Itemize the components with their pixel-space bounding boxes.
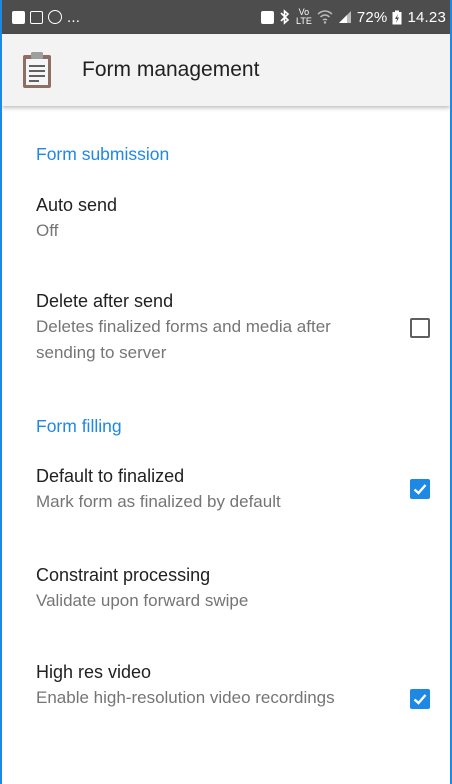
pref-default-to-finalized[interactable]: Default to finalized Mark form as finali… [36,463,436,523]
pref-title: High res video [36,662,152,682]
pref-title: Auto send [36,195,118,215]
battery-icon [392,10,402,24]
pref-high-res-video[interactable]: High res video Enable high-resolution vi… [36,659,436,739]
sync-icon [48,10,62,24]
clipboard-icon [23,52,51,88]
delete-after-send-checkbox[interactable] [410,318,430,338]
volte-label-bottom: LTE [295,16,312,26]
pref-summary: Deletes finalized forms and media after … [36,317,331,362]
more-notifications-text: ... [67,8,81,26]
pref-summary: Mark form as finalized by default [36,492,281,511]
pref-title: Default to finalized [36,466,185,486]
volte-icon: Vo LTE [296,8,312,26]
signal-icon [338,11,351,23]
bluetooth-icon [280,9,290,25]
section-header-form-filling: Form filling [36,416,122,436]
battery-percent: 72% [356,8,388,26]
screen: ... Vo LTE 72% 14.23 Form management For… [0,0,452,784]
pref-title: Constraint processing [36,565,211,585]
section-header-form-submission: Form submission [36,144,170,164]
pref-constraint-processing[interactable]: Constraint processing Validate upon forw… [36,562,436,622]
wifi-icon [317,10,333,24]
page-title: Form management [82,58,260,81]
default-to-finalized-checkbox[interactable] [410,479,430,499]
check-icon [413,484,427,495]
status-bar: ... Vo LTE 72% 14.23 [2,0,450,34]
pref-summary: Enable high-resolution video recordings [36,688,335,707]
notification-icon [12,10,25,24]
pref-summary: Validate upon forward swipe [36,591,249,610]
pref-title: Delete after send [36,291,174,311]
check-icon [413,694,427,705]
status-left-icons: ... [12,9,80,26]
pref-summary: Off [36,221,59,240]
high-res-video-checkbox[interactable] [410,689,430,709]
clock: 14.23 [407,8,446,26]
status-right-icons: Vo LTE 72% 14.23 [260,8,446,26]
nfc-icon [260,10,274,24]
image-notification-icon [30,10,43,24]
app-bar: Form management [2,34,450,106]
pref-auto-send[interactable]: Auto send Off [36,192,436,252]
pref-delete-after-send[interactable]: Delete after send Deletes finalized form… [36,288,436,368]
